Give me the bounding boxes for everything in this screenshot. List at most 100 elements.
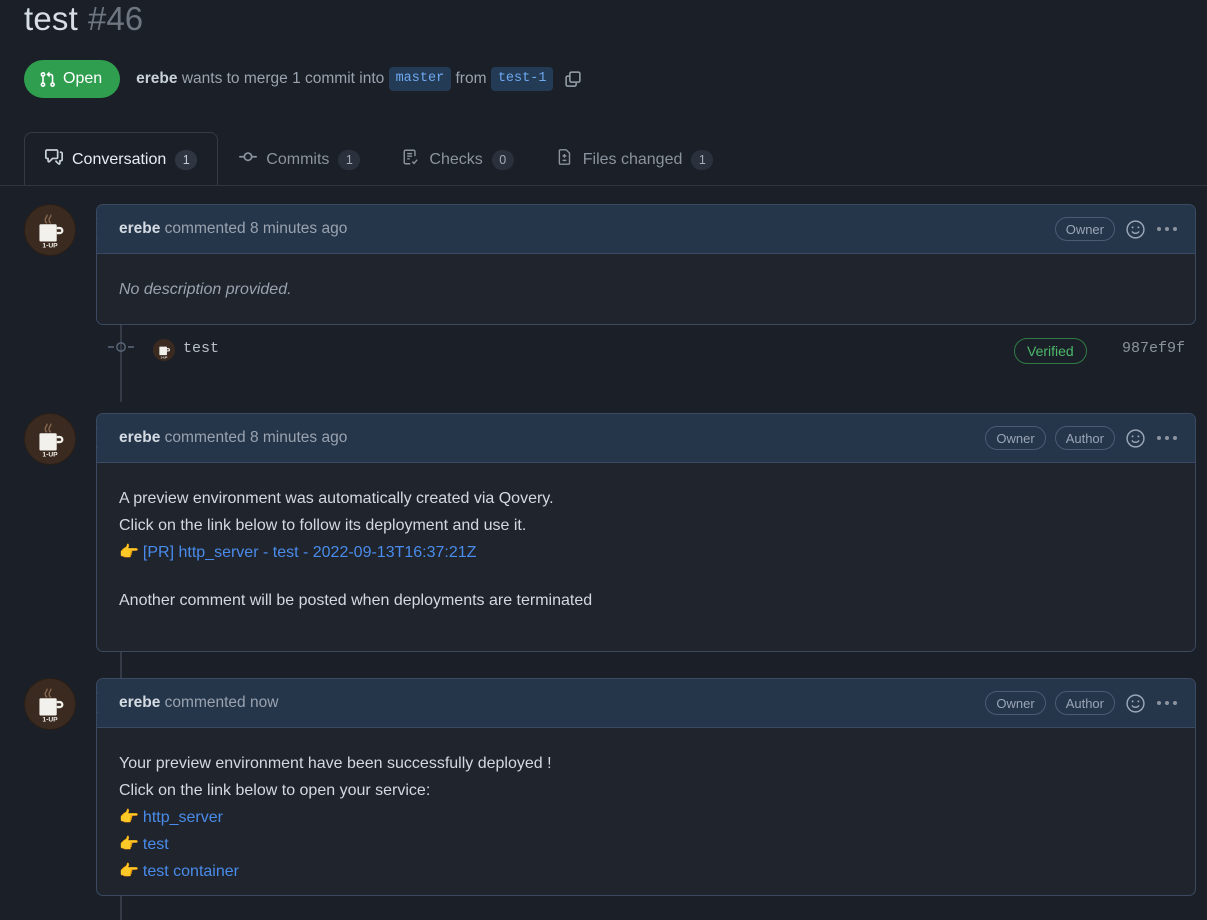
comment-notch xyxy=(97,695,105,711)
status-badge-label: Open xyxy=(63,70,103,87)
pointer-emoji-icon: 👉 xyxy=(119,544,139,561)
pr-meta-row: Open erebe wants to merge 1 commit into … xyxy=(24,60,583,98)
tab-checks-label: Checks xyxy=(429,150,483,168)
comment-author-line: erebe commented 8 minutes ago xyxy=(119,429,347,447)
tab-commits[interactable]: Commits 1 xyxy=(218,132,381,186)
service-link-test-container[interactable]: test container xyxy=(143,863,239,880)
smiley-icon[interactable] xyxy=(1124,427,1146,449)
commit-sha[interactable]: 987ef9f xyxy=(1122,340,1185,357)
coffee-mug-avatar: 1-UP xyxy=(153,339,175,361)
comment-timestamp: commented 8 minutes ago xyxy=(160,220,348,237)
kebab-menu-icon[interactable] xyxy=(1155,227,1181,231)
from-text: from xyxy=(451,69,491,87)
service-link-line-2: 👉 test xyxy=(119,831,1173,858)
comment-author-line: erebe commented now xyxy=(119,694,278,712)
comment-text: No description provided. xyxy=(119,281,292,298)
comment-body: No description provided. xyxy=(97,254,1195,324)
comment-timestamp: commented now xyxy=(160,694,279,711)
merge-summary: erebe wants to merge 1 commit into maste… xyxy=(136,67,583,91)
badge-author: Author xyxy=(1054,426,1115,450)
pr-tabs: Conversation 1 Commits 1 Checks 0 Files … xyxy=(24,132,735,187)
badge-author: Author xyxy=(1054,691,1115,715)
service-link-line-3: 👉 test container xyxy=(119,858,1173,885)
head-branch-tag[interactable]: test-1 xyxy=(490,67,554,91)
svg-text:1-UP: 1-UP xyxy=(42,451,58,458)
timeline-connector-4 xyxy=(120,902,122,920)
service-link-test[interactable]: test xyxy=(143,836,169,853)
commit-message[interactable]: test xyxy=(183,340,219,357)
avatar[interactable]: 1-UP xyxy=(24,204,76,256)
status-badge[interactable]: Open xyxy=(24,60,121,98)
coffee-mug-avatar: 1-UP xyxy=(25,679,75,729)
comment-body: Your preview environment have been succe… xyxy=(97,728,1195,895)
commit-verified-badge[interactable]: Verified xyxy=(1014,338,1087,364)
svg-text:1-UP: 1-UP xyxy=(42,716,58,723)
comment-notch xyxy=(97,221,105,237)
comment-text-line-1: Your preview environment have been succe… xyxy=(119,755,552,772)
badge-owner: Owner xyxy=(985,691,1046,715)
comment-header: erebe commented 8 minutes ago Owner Auth… xyxy=(97,414,1195,463)
tab-commits-label: Commits xyxy=(266,150,330,168)
comment-header: erebe commented 8 minutes ago Owner xyxy=(97,205,1195,254)
comment-body: A preview environment was automatically … xyxy=(97,463,1195,651)
comment-header: erebe commented now Owner Author xyxy=(97,679,1195,728)
tab-checks[interactable]: Checks 0 xyxy=(381,132,534,186)
pointer-emoji-icon: 👉 xyxy=(119,809,139,826)
pull-request-page: test #46 Open erebe wants to merge 1 com… xyxy=(0,0,1207,920)
badge-owner: Owner xyxy=(1054,217,1115,241)
badge-owner: Owner xyxy=(985,426,1046,450)
kebab-menu-icon[interactable] xyxy=(1155,701,1181,705)
service-link-http-server[interactable]: http_server xyxy=(143,809,223,826)
coffee-mug-avatar: 1-UP xyxy=(25,414,75,464)
commit-node-icon xyxy=(108,340,134,359)
copy-icon[interactable] xyxy=(563,69,583,89)
comment-author[interactable]: erebe xyxy=(119,429,160,446)
git-pull-request-icon xyxy=(39,71,56,88)
comment-card: erebe commented 8 minutes ago Owner Auth… xyxy=(96,413,1196,652)
comment-card: erebe commented 8 minutes ago Owner No d… xyxy=(96,204,1196,325)
comment-link-line: 👉 [PR] http_server - test - 2022-09-13T16… xyxy=(119,539,1173,566)
svg-text:1-UP: 1-UP xyxy=(42,242,58,249)
pr-title-text: test xyxy=(24,0,78,37)
preview-environment-link[interactable]: [PR] http_server - test - 2022-09-13T16:… xyxy=(143,544,477,561)
comment-card: erebe commented now Owner Author Your pr… xyxy=(96,678,1196,896)
comment-author-line: erebe commented 8 minutes ago xyxy=(119,220,347,238)
tab-commits-count: 1 xyxy=(338,149,361,170)
comment-text-line-1: A preview environment was automatically … xyxy=(119,490,554,507)
comment-text-line-3: Another comment will be posted when depl… xyxy=(119,592,593,609)
comment-header-actions: Owner Author xyxy=(985,426,1181,450)
comment-timestamp: commented 8 minutes ago xyxy=(160,429,348,446)
comment-author[interactable]: erebe xyxy=(119,694,160,711)
comment-discussion-icon xyxy=(45,148,63,171)
merge-action-text: wants to merge 1 commit into xyxy=(177,69,389,87)
comment-text-line-2: Click on the link below to follow its de… xyxy=(119,517,527,534)
tab-conversation[interactable]: Conversation 1 xyxy=(24,132,219,187)
smiley-icon[interactable] xyxy=(1124,692,1146,714)
service-link-line-1: 👉 http_server xyxy=(119,804,1173,831)
base-branch-tag[interactable]: master xyxy=(388,67,452,91)
pointer-emoji-icon: 👉 xyxy=(119,863,139,880)
kebab-menu-icon[interactable] xyxy=(1155,436,1181,440)
comment-header-actions: Owner Author xyxy=(985,691,1181,715)
commit-author-avatar[interactable]: 1-UP xyxy=(153,339,175,361)
svg-text:1-UP: 1-UP xyxy=(161,355,168,359)
pr-author-name: erebe xyxy=(136,69,178,87)
git-commit-icon xyxy=(239,148,258,171)
tab-files-changed-label: Files changed xyxy=(582,150,683,168)
smiley-icon[interactable] xyxy=(1124,218,1146,240)
avatar[interactable]: 1-UP xyxy=(24,413,76,465)
tabs-divider xyxy=(0,185,1207,186)
avatar[interactable]: 1-UP xyxy=(24,678,76,730)
checklist-icon xyxy=(402,148,420,171)
tab-conversation-label: Conversation xyxy=(72,150,167,168)
comment-author[interactable]: erebe xyxy=(119,220,160,237)
tab-conversation-count: 1 xyxy=(175,149,198,170)
page-title: test #46 xyxy=(24,0,143,52)
coffee-mug-avatar: 1-UP xyxy=(25,205,75,255)
comment-header-actions: Owner xyxy=(1054,217,1181,241)
file-diff-icon xyxy=(556,148,574,171)
tab-files-changed[interactable]: Files changed 1 xyxy=(535,132,735,186)
tab-files-changed-count: 1 xyxy=(691,149,714,170)
comment-notch xyxy=(97,430,105,446)
